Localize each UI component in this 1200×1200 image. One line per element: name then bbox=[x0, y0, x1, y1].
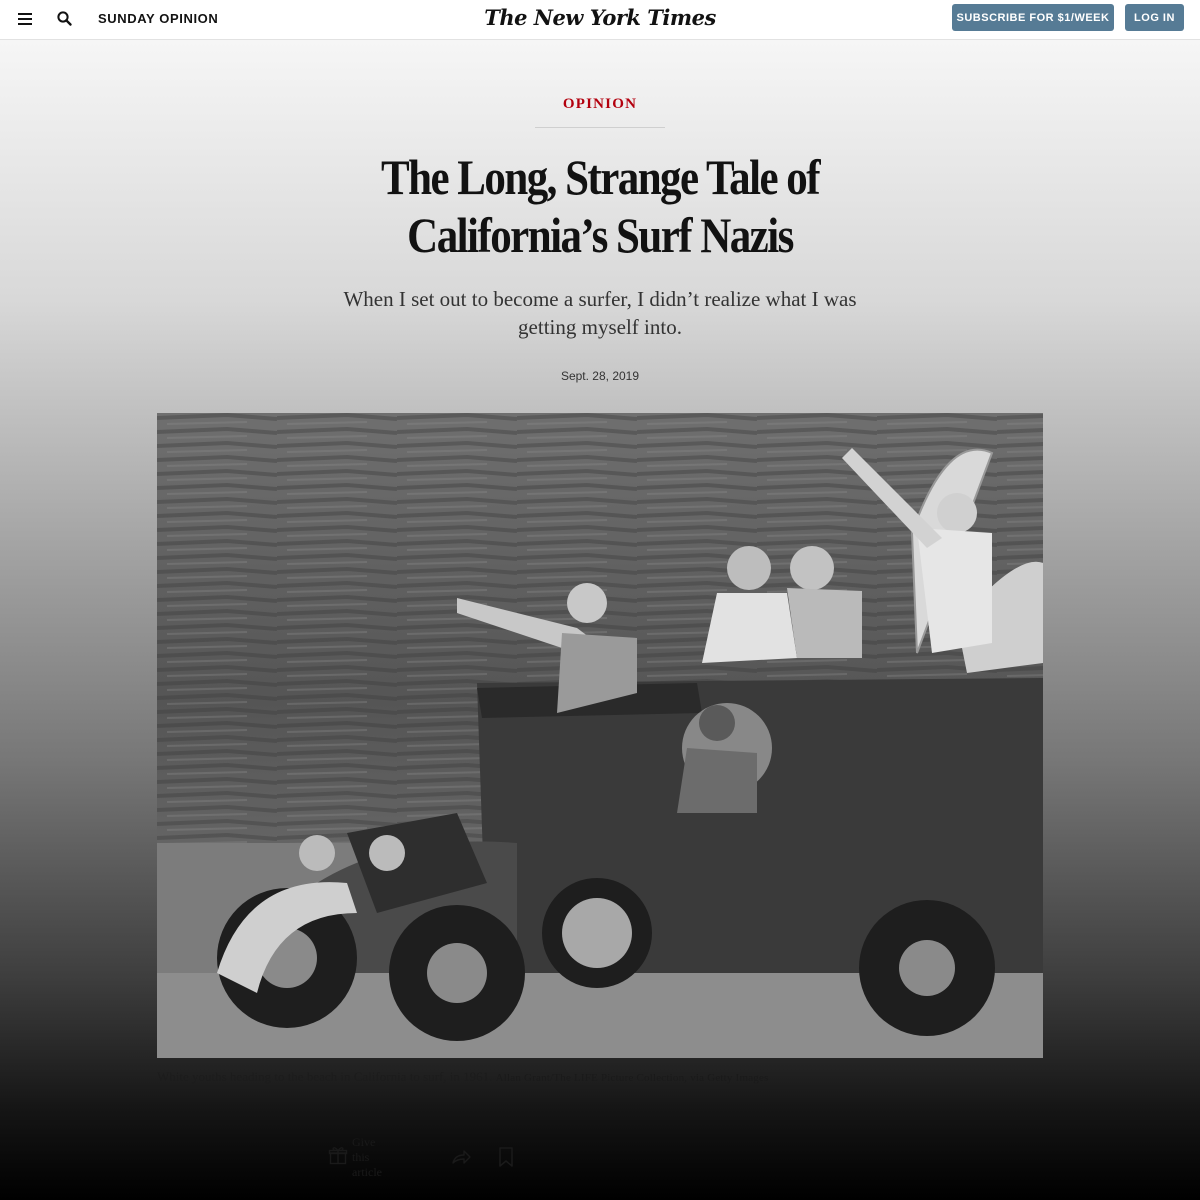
publish-date: Sept. 28, 2019 bbox=[560, 369, 640, 383]
photo-caption: White youths heading to the beach in Cal… bbox=[157, 1068, 837, 1087]
bookmark-icon[interactable] bbox=[498, 1146, 514, 1173]
lead-photo-illustration bbox=[157, 413, 1043, 1058]
top-navigation-bar: SUNDAY OPINION The New York Times SUBSCR… bbox=[0, 0, 1200, 40]
gift-icon bbox=[328, 1146, 348, 1169]
photo-credit: Allan Grant/The LIFE Picture Collection,… bbox=[495, 1072, 769, 1084]
gift-article-button[interactable]: Give this article bbox=[328, 1135, 382, 1179]
lead-photo bbox=[157, 413, 1043, 1058]
login-button[interactable]: LOG IN bbox=[1125, 4, 1184, 31]
summary-dek: When I set out to become a surfer, I did… bbox=[343, 287, 857, 339]
kicker-divider bbox=[535, 127, 665, 128]
share-icon[interactable] bbox=[450, 1146, 472, 1173]
subscribe-button[interactable]: SUBSCRIBE FOR $1/WEEK bbox=[952, 4, 1114, 31]
headline: The Long, Strange Tale of California’s S… bbox=[381, 149, 821, 263]
caption-text: White youths heading to the beach in Cal… bbox=[157, 1069, 493, 1084]
section-kicker[interactable]: OPINION bbox=[0, 96, 1200, 113]
gift-article-label: Give this article bbox=[352, 1134, 382, 1179]
